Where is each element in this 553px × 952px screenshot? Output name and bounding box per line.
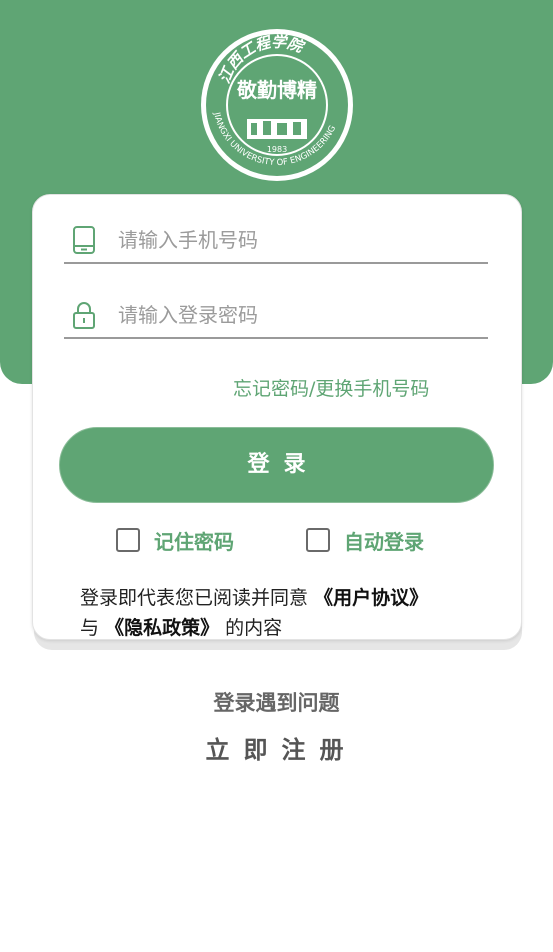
- phone-input[interactable]: [116, 224, 480, 256]
- agreement-text: 登录即代表您已阅读并同意 《用户协议》 与 《隐私政策》 的内容: [80, 583, 490, 643]
- phone-field[interactable]: [64, 212, 488, 264]
- privacy-policy-link[interactable]: 《隐私政策》: [105, 617, 219, 639]
- seal-year-text: 1983: [267, 145, 287, 154]
- lock-icon: [73, 302, 95, 329]
- login-problem-link[interactable]: 登录遇到问题: [0, 687, 553, 717]
- remember-password-box[interactable]: [116, 528, 140, 552]
- mobile-phone-icon: [73, 226, 95, 254]
- auto-login-label: 自动登录: [344, 529, 424, 554]
- remember-password-label: 记住密码: [154, 529, 234, 554]
- register-link[interactable]: 立即注册: [0, 730, 553, 765]
- agreement-prefix: 登录即代表您已阅读并同意: [80, 587, 309, 609]
- seal-motto-text: 敬勤博精: [236, 78, 317, 102]
- forgot-password-link[interactable]: 忘记密码/更换手机号码: [233, 374, 429, 401]
- university-seal-icon: 江西工程学院 JIANGXI UNIVERSITY OF ENGINEERING…: [201, 29, 353, 181]
- password-field[interactable]: [64, 287, 488, 339]
- auto-login-box[interactable]: [306, 528, 330, 552]
- agreement-suffix: 的内容: [225, 617, 283, 639]
- agreement-and: 与: [80, 617, 100, 639]
- remember-password-checkbox[interactable]: 记住密码: [116, 526, 234, 554]
- auto-login-checkbox[interactable]: 自动登录: [306, 526, 424, 554]
- login-button[interactable]: 登录: [59, 427, 494, 503]
- user-agreement-link[interactable]: 《用户协议》: [314, 587, 428, 609]
- password-input[interactable]: [116, 299, 480, 331]
